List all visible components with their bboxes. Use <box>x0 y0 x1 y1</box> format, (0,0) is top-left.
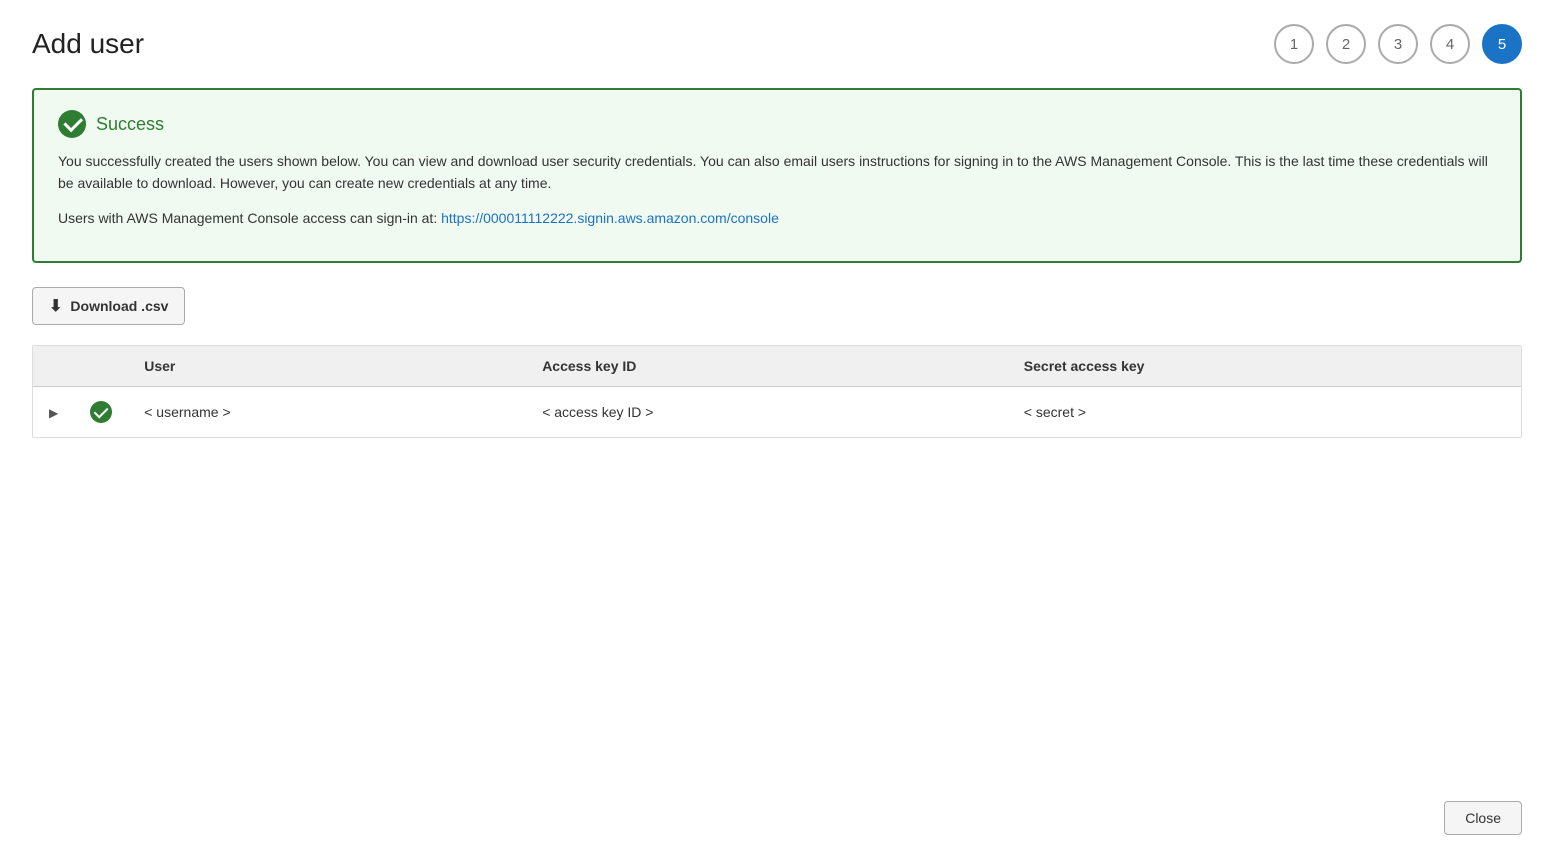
success-signin-prefix: Users with AWS Management Console access… <box>58 210 441 226</box>
table-body: ▶ < username > < access key ID > < secre… <box>33 387 1521 438</box>
page-container: Add user 1 2 3 4 5 Success You successf <box>0 0 1554 859</box>
success-check-icon <box>58 110 86 138</box>
row-secret-access-key-cell: < secret > <box>1008 387 1521 438</box>
footer: Close <box>1444 801 1522 835</box>
success-header: Success <box>58 110 1496 138</box>
success-box: Success You successfully created the use… <box>32 88 1522 263</box>
success-description: You successfully created the users shown… <box>58 150 1496 195</box>
users-table-wrapper: User Access key ID Secret access key ▶ <… <box>32 345 1522 438</box>
step-1[interactable]: 1 <box>1274 24 1314 64</box>
col-header-expand <box>33 346 74 387</box>
success-signin-line: Users with AWS Management Console access… <box>58 207 1496 229</box>
users-table: User Access key ID Secret access key ▶ <… <box>33 346 1521 437</box>
success-body: You successfully created the users shown… <box>58 150 1496 229</box>
row-username-cell: < username > <box>128 387 526 438</box>
page-title: Add user <box>32 28 144 60</box>
row-expand-cell: ▶ <box>33 387 74 438</box>
download-icon: ⬇ <box>49 296 62 316</box>
header: Add user 1 2 3 4 5 <box>32 24 1522 64</box>
step-4[interactable]: 4 <box>1430 24 1470 64</box>
success-title: Success <box>96 114 164 135</box>
signin-url-link[interactable]: https://000011112222.signin.aws.amazon.c… <box>441 210 779 226</box>
step-3[interactable]: 3 <box>1378 24 1418 64</box>
row-status-check-icon <box>90 401 112 423</box>
table-header-row: User Access key ID Secret access key <box>33 346 1521 387</box>
col-header-status <box>74 346 128 387</box>
step-indicators: 1 2 3 4 5 <box>1274 24 1522 64</box>
expand-arrow-icon[interactable]: ▶ <box>49 406 58 420</box>
table-row: ▶ < username > < access key ID > < secre… <box>33 387 1521 438</box>
col-header-secret-access-key: Secret access key <box>1008 346 1521 387</box>
step-5[interactable]: 5 <box>1482 24 1522 64</box>
step-2[interactable]: 2 <box>1326 24 1366 64</box>
col-header-access-key-id: Access key ID <box>526 346 1008 387</box>
close-button[interactable]: Close <box>1444 801 1522 835</box>
download-csv-label: Download .csv <box>70 298 168 314</box>
row-access-key-id-cell: < access key ID > <box>526 387 1008 438</box>
col-header-user: User <box>128 346 526 387</box>
download-csv-button[interactable]: ⬇ Download .csv <box>32 287 185 325</box>
row-status-cell <box>74 387 128 438</box>
table-header: User Access key ID Secret access key <box>33 346 1521 387</box>
